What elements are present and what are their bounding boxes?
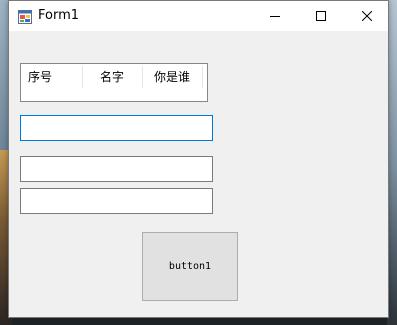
close-icon	[362, 11, 372, 21]
textbox-2[interactable]	[20, 156, 213, 182]
button1-label: button1	[168, 261, 212, 272]
column-header-name[interactable]: 名字	[100, 64, 124, 89]
column-separator[interactable]	[82, 66, 83, 88]
textbox-1-input[interactable]	[21, 116, 212, 140]
title-bar[interactable]: Form1	[9, 1, 388, 31]
minimize-icon	[270, 16, 280, 17]
button1[interactable]: button1	[142, 232, 238, 301]
close-button[interactable]	[344, 1, 390, 31]
form-window: Form1 序号 名字 你是谁 button1	[8, 0, 389, 318]
column-header-index[interactable]: 序号	[28, 64, 52, 89]
textbox-1[interactable]	[20, 115, 213, 141]
list-view[interactable]: 序号 名字 你是谁	[20, 63, 208, 102]
minimize-button[interactable]	[252, 1, 298, 31]
form-app-icon[interactable]	[18, 9, 32, 24]
textbox-2-input[interactable]	[21, 157, 212, 181]
textbox-3[interactable]	[20, 188, 213, 214]
column-separator[interactable]	[142, 66, 143, 88]
textbox-3-input[interactable]	[21, 189, 212, 213]
column-header-who[interactable]: 你是谁	[154, 64, 190, 89]
window-title: Form1	[38, 8, 80, 23]
maximize-icon	[316, 11, 326, 21]
column-separator[interactable]	[202, 66, 203, 88]
maximize-button[interactable]	[298, 1, 344, 31]
